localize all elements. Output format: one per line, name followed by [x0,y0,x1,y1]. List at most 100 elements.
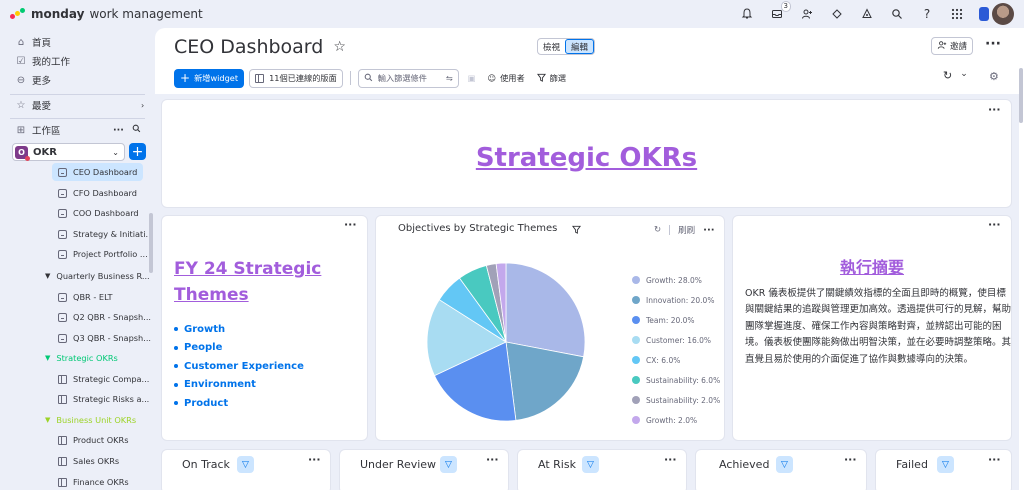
mode-toggle: 檢視 編輯 [537,38,596,55]
filter-button[interactable]: 篩選 [536,72,567,84]
sidebar-item-my-work[interactable]: ☑ 我的工作 [16,53,71,69]
sidebar-item-strategy[interactable]: Strategy & Initiati... [58,225,153,243]
widget-menu-icon[interactable]: ··· [703,225,714,236]
folder-strategic-okrs[interactable]: ▼ Strategic OKRs [45,350,118,366]
page-title[interactable]: CEO Dashboard [174,36,323,58]
filter-search-input[interactable]: 輸入篩選條件 ⇋ [357,68,459,88]
filter-label: 篩選 [549,73,567,83]
workspace-options-icon[interactable]: ··· [113,125,124,136]
widget-menu-icon[interactable]: ··· [988,453,1001,466]
legend-item[interactable]: Sustainability: 2.0% [632,390,720,410]
invite-label: 邀請 [949,42,967,52]
legend-item[interactable]: Growth: 28.0% [632,270,720,290]
sidebar-item-q3-qbr[interactable]: Q3 QBR - Snapsh... [58,329,151,347]
sidebar-item-favorites[interactable]: ☆ 最愛 › [16,97,145,113]
sidebar-item-qbr-elt[interactable]: QBR - ELT [58,288,113,306]
workspace-selector[interactable]: O OKR ⌄ [12,143,125,161]
sidebar-item-strategic-risks[interactable]: Strategic Risks a... [58,390,149,408]
legend-item[interactable]: Team: 20.0% [632,310,720,330]
sidebar-item-finance-okrs[interactable]: Finance OKRs [58,473,129,490]
board-icon [58,374,67,384]
legend-item[interactable]: Innovation: 20.0% [632,290,720,310]
monday-logo[interactable]: monday work management [10,7,203,21]
sidebar-item-product-okrs[interactable]: Product OKRs [58,431,128,449]
top-icons: 3 ? [739,0,1014,28]
sidebar-item-label: Product OKRs [73,435,129,445]
connected-boards-label: 11個已連線的版面 [269,73,337,83]
sidebar-item-workspaces[interactable]: ⊞ 工作區 ··· [16,122,141,138]
invite-members-icon[interactable] [799,6,815,22]
view-mode-button[interactable]: 檢視 [538,39,565,54]
sidebar-item-coo-dashboard[interactable]: COO Dashboard [58,204,139,222]
sidebar-item-more[interactable]: ⊖ 更多 [16,72,51,88]
avatar[interactable] [992,3,1014,25]
legend-swatch [632,376,640,384]
refresh-icon[interactable]: ↻ [654,225,661,235]
help-icon[interactable]: ? [919,6,935,22]
apps-grid-icon[interactable] [949,6,965,22]
chevron-down-icon[interactable]: ⌄ [960,69,968,82]
sidebar-item-home[interactable]: ⌂ 首頁 [16,34,51,50]
inbox-icon[interactable]: 3 [769,1,791,22]
legend-item[interactable]: Sustainability: 6.0% [632,370,720,390]
sidebar-item-sales-okrs[interactable]: Sales OKRs [58,452,119,470]
add-item-button[interactable]: + [129,143,146,160]
caret-down-icon: ▼ [45,272,51,280]
filter-icon[interactable] [572,225,581,237]
sidebar-item-project-portfolio[interactable]: Project Portfolio ... [58,245,148,263]
save-icon[interactable]: ▣ [468,73,476,83]
folder-business-unit-okrs[interactable]: ▼ Business Unit OKRs [45,412,136,428]
edit-mode-button[interactable]: 編輯 [565,39,595,54]
sidebar-scrollbar[interactable] [149,213,153,273]
legend-label: Team: 20.0% [646,315,695,325]
workspace-badge: O [15,145,30,161]
search-icon[interactable] [889,6,905,22]
more-options-icon[interactable]: ··· [985,36,1001,52]
filter-icon[interactable]: ▽ [582,456,599,473]
sidebar-item-label: Finance OKRs [73,477,129,487]
pie-slice-growth[interactable] [505,262,586,358]
new-widget-button[interactable]: + 新增widget [174,68,245,88]
legend-label: Sustainability: 2.0% [646,395,721,405]
sidebar-item-q2-qbr[interactable]: Q2 QBR - Snapsh... [58,308,151,326]
account-switcher[interactable] [979,3,1014,25]
objectives-chart-widget: Objectives by Strategic Themes ↻ 刷刷 ··· … [375,215,725,441]
invite-button[interactable]: 邀請 [931,37,973,55]
widget-menu-icon[interactable]: ··· [988,218,1001,231]
chevron-right-icon[interactable]: › [141,101,144,110]
folder-label: Business Unit OKRs [56,415,137,425]
folder-quarterly-business-review[interactable]: ▼ Quarterly Business R... [45,268,150,284]
legend-item[interactable]: CX: 6.0% [632,350,720,370]
widget-menu-icon[interactable]: ··· [988,103,1001,116]
toolbar: + 新增widget 11個已連線的版面 輸入篩選條件 ⇋ ▣ ☺ 使用者 篩選 [174,68,566,88]
favorite-star-icon[interactable]: ☆ [333,39,346,55]
integrations-icon[interactable] [829,6,845,22]
strategic-okrs-widget: ··· Strategic OKRs [161,99,1012,208]
bell-icon[interactable] [739,6,755,22]
filter-settings-icon[interactable]: ⇋ [446,73,453,83]
sidebar-item-strategic-company[interactable]: Strategic Compa... [58,370,149,388]
connected-boards-button[interactable]: 11個已連線的版面 [249,68,343,88]
refresh-icon[interactable]: ↻ [943,69,952,82]
filter-icon[interactable]: ▽ [776,456,793,473]
filter-icon[interactable]: ▽ [237,456,254,473]
widget-menu-icon[interactable]: ··· [486,453,499,466]
widget-menu-icon[interactable]: ··· [344,218,357,231]
sidebar-item-label: 更多 [32,76,52,87]
filter-icon[interactable]: ▽ [440,456,457,473]
marketplace-icon[interactable] [859,6,875,22]
widget-menu-icon[interactable]: ··· [664,453,677,466]
person-icon: ☺ [487,73,497,83]
workspace-search-icon[interactable] [132,124,141,136]
widget-menu-icon[interactable]: ··· [308,453,321,466]
widget-menu-icon[interactable]: ··· [844,453,857,466]
chart-refresh-label[interactable]: 刷刷 [678,224,695,236]
main-scrollbar[interactable] [1019,68,1023,123]
legend-item[interactable]: Customer: 16.0% [632,330,720,350]
person-filter-button[interactable]: ☺ 使用者 [488,72,525,84]
sidebar-item-ceo-dashboard[interactable]: CEO Dashboard [52,163,144,181]
sidebar-item-cfo-dashboard[interactable]: CFO Dashboard [58,184,137,202]
filter-icon[interactable]: ▽ [937,456,954,473]
legend-item[interactable]: Growth: 2.0% [632,410,720,430]
gear-icon[interactable]: ⚙ [989,70,999,83]
